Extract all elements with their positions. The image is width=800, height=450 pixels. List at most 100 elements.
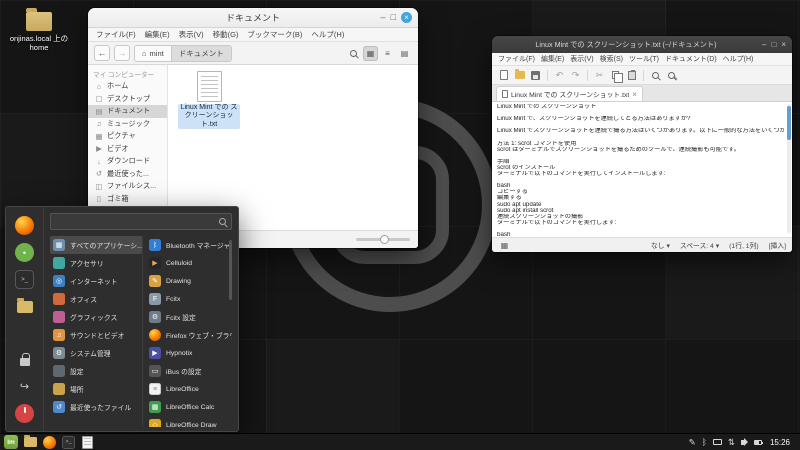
app-bluetooth-manager[interactable]: ᛒ Bluetooth マネージャー xyxy=(146,236,232,254)
menu-file[interactable]: ファイル(F) xyxy=(96,29,136,40)
find-icon[interactable] xyxy=(649,69,662,82)
undo-icon[interactable]: ↶ xyxy=(553,69,566,82)
sidebar-item-videos[interactable]: ▶ ビデオ xyxy=(88,143,167,156)
menu-go[interactable]: 移動(G) xyxy=(213,29,239,40)
maximize-icon[interactable]: □ xyxy=(771,40,776,49)
close-icon[interactable]: × xyxy=(781,40,786,49)
app-hypnotix[interactable]: ▶ Hypnotix xyxy=(146,344,232,362)
terminal-launcher[interactable]: >_ xyxy=(62,435,75,449)
category-accessories[interactable]: アクセサリ xyxy=(50,254,142,272)
sidebar-item-trash[interactable]: ▯ ゴミ箱 xyxy=(88,193,167,206)
search-icon[interactable] xyxy=(346,46,361,61)
menu-bookmarks[interactable]: ブックマーク(B) xyxy=(247,29,302,40)
menu-search-input[interactable] xyxy=(56,217,219,226)
logout-icon[interactable]: ↪ xyxy=(15,377,34,396)
list-view-icon[interactable]: ≡ xyxy=(380,46,395,61)
menu-tools[interactable]: ツール(T) xyxy=(629,54,659,64)
battery-icon[interactable] xyxy=(753,439,763,445)
menu-help[interactable]: ヘルプ(H) xyxy=(311,29,344,40)
category-all-applications[interactable]: ▦ すべてのアプリケーシ... xyxy=(50,236,142,254)
sidebar-item-documents[interactable]: ▤ ドキュメント xyxy=(88,105,167,118)
redo-icon[interactable]: ↷ xyxy=(569,69,582,82)
firefox-icon[interactable] xyxy=(15,216,34,235)
tab-close-icon[interactable]: × xyxy=(632,90,637,99)
sidebar-item-desktop[interactable]: ▢ デスクトップ xyxy=(88,93,167,106)
terminal-icon[interactable]: >_ xyxy=(15,270,34,289)
text-editor-titlebar[interactable]: Linux Mint での スクリーンショット.txt (~/ドキュメント) –… xyxy=(492,36,792,53)
text-editor-launcher[interactable] xyxy=(81,435,94,449)
app-list-scrollbar[interactable] xyxy=(229,240,232,300)
minimize-icon[interactable]: – xyxy=(762,40,766,49)
menu-search[interactable] xyxy=(50,213,232,230)
replace-icon[interactable]: ✎ xyxy=(665,69,678,82)
lock-icon[interactable] xyxy=(15,350,34,369)
maximize-icon[interactable]: □ xyxy=(391,13,396,22)
category-places[interactable]: 場所 xyxy=(50,380,142,398)
open-icon[interactable] xyxy=(513,69,526,82)
editor-scrollbar-thumb[interactable] xyxy=(787,106,791,140)
highlight-mode-selector[interactable]: なし ▾ xyxy=(651,240,670,250)
sidebar-item-home[interactable]: ⌂ ホーム xyxy=(88,80,167,93)
copy-icon[interactable] xyxy=(609,69,623,83)
editor-scrollbar[interactable] xyxy=(787,104,791,233)
app-drawing[interactable]: ✎ Drawing xyxy=(146,272,232,290)
shutdown-icon[interactable] xyxy=(15,404,34,423)
cut-icon[interactable]: ✂ xyxy=(593,69,606,82)
firefox-launcher[interactable] xyxy=(43,435,56,449)
menu-view[interactable]: 表示(V) xyxy=(179,29,204,40)
close-icon[interactable]: × xyxy=(401,12,412,23)
sidebar-item-recent[interactable]: ↺ 最近使った... xyxy=(88,168,167,181)
volume-icon[interactable] xyxy=(740,438,748,446)
file-manager-titlebar[interactable]: ドキュメント – □ × xyxy=(88,8,418,28)
new-document-icon[interactable] xyxy=(497,69,510,82)
app-fcitx-settings[interactable]: ⚙ Fcitx 設定 xyxy=(146,308,232,326)
back-icon[interactable]: ← xyxy=(94,45,110,61)
category-internet[interactable]: ◎ インターネット xyxy=(50,272,142,290)
zoom-slider[interactable] xyxy=(356,234,410,244)
category-recent-files[interactable]: ↺ 最近使ったファイル xyxy=(50,398,142,416)
clock[interactable]: 15:26 xyxy=(770,438,790,447)
menu-file[interactable]: ファイル(F) xyxy=(498,54,535,64)
sidebar-item-filesystem[interactable]: ◫ ファイルシス... xyxy=(88,180,167,193)
bluetooth-icon[interactable]: ᛒ xyxy=(702,438,707,447)
forward-icon[interactable]: → xyxy=(114,45,130,61)
desktop-shortcut-home[interactable]: onjinas.local 上の home xyxy=(6,8,72,53)
category-sound-video[interactable]: ♫ サウンドとビデオ xyxy=(50,326,142,344)
network-icon[interactable]: ⇅ xyxy=(728,438,735,447)
menu-edit[interactable]: 編集(E) xyxy=(541,54,564,64)
sidebar-item-pictures[interactable]: ▦ ピクチャ xyxy=(88,130,167,143)
minimize-icon[interactable]: – xyxy=(381,13,386,22)
breadcrumb-home[interactable]: ⌂ mint xyxy=(135,45,172,61)
menu-edit[interactable]: 編集(E) xyxy=(145,29,170,40)
paste-icon[interactable] xyxy=(625,69,638,82)
app-libreoffice-draw[interactable]: ◇ LibreOffice Draw xyxy=(146,416,232,427)
menu-help[interactable]: ヘルプ(H) xyxy=(723,54,754,64)
breadcrumb-current[interactable]: ドキュメント xyxy=(171,45,231,61)
display-icon[interactable] xyxy=(712,439,722,445)
category-graphics[interactable]: グラフィックス xyxy=(50,308,142,326)
pen-icon[interactable]: ✎ xyxy=(689,438,696,447)
save-icon[interactable] xyxy=(529,69,542,82)
zoom-slider-thumb[interactable] xyxy=(380,234,389,244)
app-fcitx[interactable]: F Fcitx xyxy=(146,290,232,308)
grid-view-icon[interactable]: ▦ xyxy=(363,45,378,61)
sidebar-item-downloads[interactable]: ↓ ダウンロード xyxy=(88,155,167,168)
menu-button[interactable]: lm xyxy=(4,435,18,449)
app-celluloid[interactable]: ▶ Celluloid xyxy=(146,254,232,272)
software-manager-icon[interactable]: • xyxy=(15,243,34,262)
menu-documents[interactable]: ドキュメント(D) xyxy=(665,54,717,64)
tab-width-selector[interactable]: スペース: 4 ▾ xyxy=(680,240,719,250)
menu-search[interactable]: 検索(S) xyxy=(600,54,623,64)
app-libreoffice[interactable]: ≡ LibreOffice xyxy=(146,380,232,398)
compact-view-icon[interactable]: ▤ xyxy=(397,46,412,61)
category-administration[interactable]: ⚙ システム管理 xyxy=(50,344,142,362)
sidebar-item-music[interactable]: ♫ ミュージック xyxy=(88,118,167,131)
app-libreoffice-calc[interactable]: ▦ LibreOffice Calc xyxy=(146,398,232,416)
file-item[interactable]: Linux Mint での ス クリーンショット.txt xyxy=(178,71,240,130)
app-firefox[interactable]: Firefox ウェブ・ブラウザ xyxy=(146,326,232,344)
editor-tab[interactable]: Linux Mint での スクリーンショット.txt × xyxy=(496,86,643,101)
category-office[interactable]: オフィス xyxy=(50,290,142,308)
editor-text-area[interactable]: Linux Mint での スクリーンショット Linux Mint で、スクリ… xyxy=(492,102,792,237)
app-ibus-settings[interactable]: ▭ iBus の設定 xyxy=(146,362,232,380)
category-preferences[interactable]: 設定 xyxy=(50,362,142,380)
